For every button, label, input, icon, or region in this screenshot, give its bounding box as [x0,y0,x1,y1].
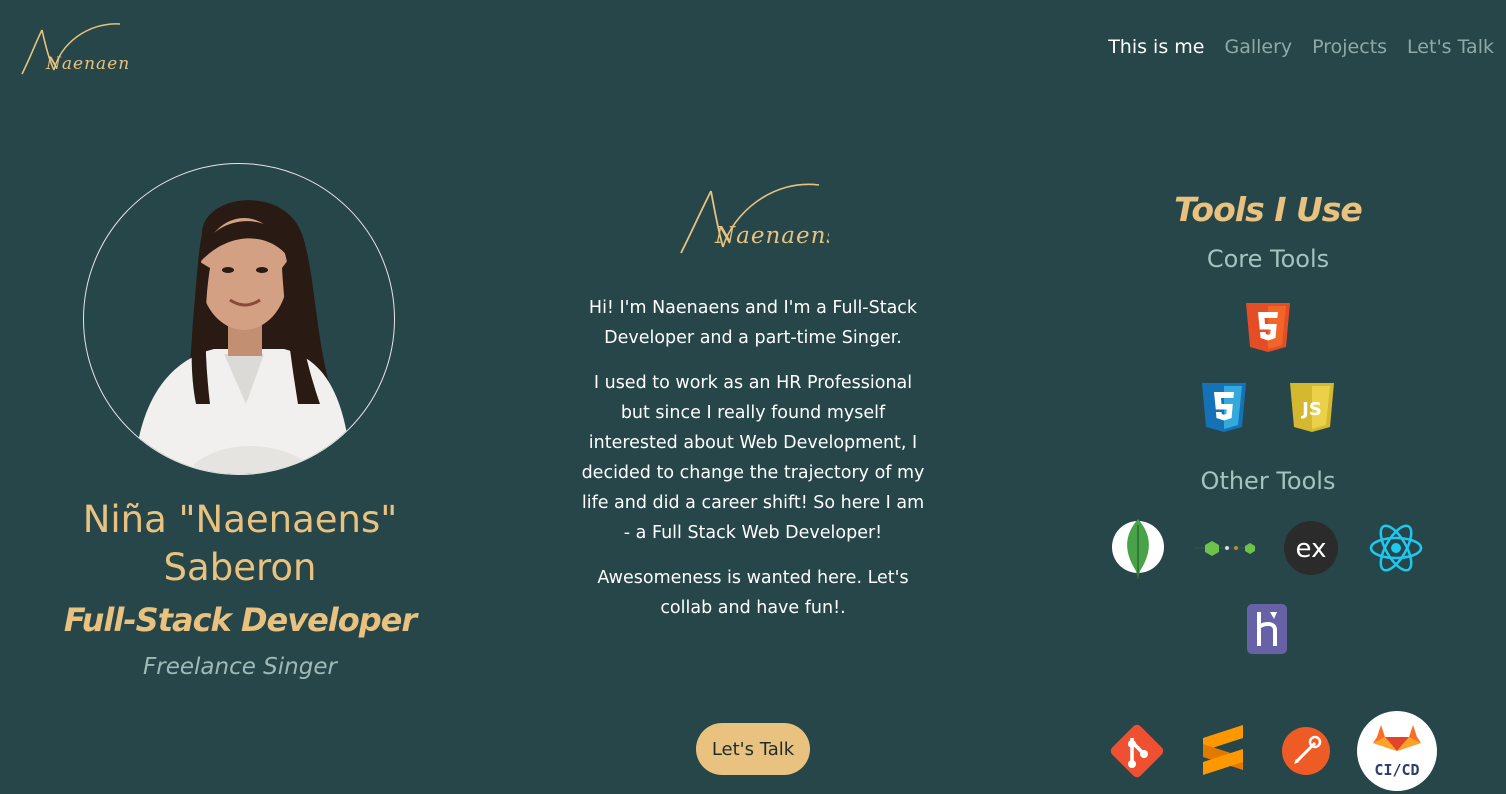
profile-name-line1: Niña "Naenaens" [82,498,398,541]
page: Naenaens This is me Gallery Projects Let… [0,0,1506,794]
profile-name: Niña "Naenaens" Saberon [30,496,450,592]
profile-photo [83,163,395,475]
gitlab-ci-cd-label: CI/CD [1374,761,1419,779]
profile-name-line2: Saberon [163,546,317,589]
about-paragraph-3: Awesomeness is wanted here. Let's collab… [597,568,909,618]
about-paragraph-2: I used to work as an HR Professional but… [581,373,925,543]
javascript-icon: JS [1290,383,1334,432]
javascript-icon-label: JS [1300,399,1322,420]
express-icon-label: ex [1296,534,1327,564]
center-logo: Naenaens [673,173,829,257]
about-text: Hi! I'm Naenaens and I'm a Full-Stack De… [578,293,928,638]
nav-this-is-me[interactable]: This is me [1108,36,1204,58]
postman-icon [1282,727,1330,775]
nodejs-icon [1194,541,1256,556]
nav-gallery[interactable]: Gallery [1224,36,1292,58]
mongodb-icon [1112,519,1164,579]
profile-subtitle: Freelance Singer [143,654,337,680]
about-paragraph-1: Hi! I'm Naenaens and I'm a Full-Stack De… [588,298,918,348]
site-logo[interactable]: Naenaens [16,18,128,78]
center-logo-text: Naenaens [714,223,829,249]
main-nav: This is me Gallery Projects Let's Talk [1108,36,1494,58]
react-icon [1369,524,1423,572]
express-icon: ex [1284,521,1338,575]
profile-title: Full-Stack Developer [63,601,417,639]
core-tools-heading: Core Tools [1206,245,1330,273]
other-tools-heading: Other Tools [1200,467,1336,495]
sublime-icon [1203,725,1243,775]
nav-lets-talk[interactable]: Let's Talk [1407,36,1494,58]
css3-icon [1202,383,1246,432]
html5-icon [1246,303,1290,352]
nav-projects[interactable]: Projects [1312,36,1387,58]
lets-talk-button[interactable]: Let's Talk [696,723,810,775]
logo-script-text: Naenaens [45,54,128,74]
tools-title: Tools I Use [1174,190,1363,229]
git-icon [1110,724,1164,778]
gitlab-ci-cd-icon: CI/CD [1357,711,1437,791]
heroku-icon [1247,604,1287,654]
